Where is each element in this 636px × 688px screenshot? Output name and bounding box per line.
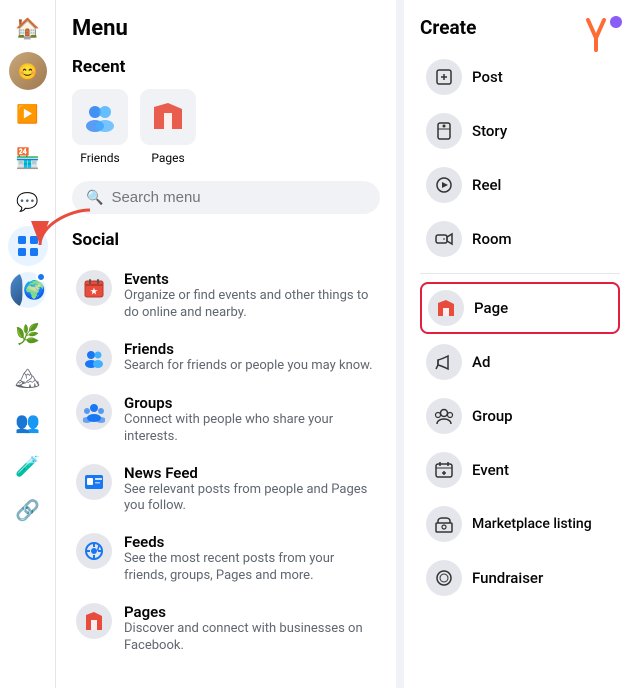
create-event[interactable]: Event: [420, 444, 620, 496]
page-label: Page: [474, 299, 508, 317]
friends-name: Friends: [124, 340, 373, 358]
feeds-icon: [76, 533, 112, 569]
newsfeed-icon: [76, 464, 112, 500]
create-fundraiser[interactable]: Fundraiser: [420, 552, 620, 604]
marketplace-icon: [426, 506, 462, 542]
sidebar-home[interactable]: 🏠: [8, 8, 48, 48]
pages-text: Pages Discover and connect with business…: [124, 603, 376, 655]
sidebar-item-img[interactable]: 🏔: [8, 358, 48, 398]
sidebar-item-flask[interactable]: 🧪: [8, 446, 48, 486]
group-icon: [426, 398, 462, 434]
feeds-desc: See the most recent posts from your frie…: [124, 551, 376, 585]
friends-desc: Search for friends or people you may kno…: [124, 358, 373, 375]
svg-text:★: ★: [90, 287, 98, 296]
events-name: Events: [124, 270, 376, 288]
create-group[interactable]: Group: [420, 390, 620, 442]
group-label: Group: [472, 407, 513, 425]
create-room[interactable]: Room: [420, 213, 620, 265]
feeds-menu-item[interactable]: Feeds See the most recent posts from you…: [72, 525, 380, 593]
reel-icon: [426, 167, 462, 203]
marketplace-label: Marketplace listing: [472, 516, 592, 532]
reel-label: Reel: [472, 176, 501, 194]
sidebar-marketplace[interactable]: 🏪: [8, 138, 48, 178]
left-sidebar: 🏠 😊 ▶️ 🏪 💬 🌍 🌿 🏔 👥 🧪 🔗: [0, 0, 56, 688]
fundraiser-label: Fundraiser: [472, 569, 543, 587]
newsfeed-name: News Feed: [124, 464, 376, 482]
social-title: Social: [72, 230, 380, 250]
search-input[interactable]: [111, 189, 366, 206]
groups-icon: [76, 394, 112, 430]
create-story[interactable]: Story: [420, 105, 620, 157]
sidebar-messenger[interactable]: 💬: [8, 182, 48, 222]
menu-title: Menu: [72, 16, 380, 41]
pages-menu-item[interactable]: Pages Discover and connect with business…: [72, 595, 380, 663]
sidebar-item-people[interactable]: 👥: [8, 402, 48, 442]
story-icon: [426, 113, 462, 149]
recent-items: Friends Pages: [72, 89, 380, 165]
create-post[interactable]: Post: [420, 51, 620, 103]
fundraiser-icon: [426, 560, 462, 596]
events-icon: ★: [76, 270, 112, 306]
create-ad[interactable]: Ad: [420, 336, 620, 388]
sidebar-item-nature[interactable]: 🌿: [8, 314, 48, 354]
pages-name: Pages: [124, 603, 376, 621]
post-icon: [426, 59, 462, 95]
events-text: Events Organize or find events and other…: [124, 270, 376, 322]
pages-icon-box: [140, 89, 196, 145]
newsfeed-desc: See relevant posts from people and Pages…: [124, 482, 376, 516]
create-reel[interactable]: Reel: [420, 159, 620, 211]
post-label: Post: [472, 68, 503, 86]
newsfeed-text: News Feed See relevant posts from people…: [124, 464, 376, 516]
friends-menu-item[interactable]: Friends Search for friends or people you…: [72, 332, 380, 384]
sidebar-avatar[interactable]: 😊: [9, 52, 47, 90]
create-marketplace[interactable]: Marketplace listing: [420, 498, 620, 550]
ad-icon: [426, 344, 462, 380]
friends-icon: [76, 340, 112, 376]
friends-label: Friends: [80, 151, 119, 165]
main-area: Menu Recent Friends: [56, 0, 636, 688]
room-label: Room: [472, 230, 512, 248]
recent-friends[interactable]: Friends: [72, 89, 128, 165]
groups-desc: Connect with people who share your inter…: [124, 412, 376, 446]
recent-title: Recent: [72, 57, 380, 77]
story-label: Story: [472, 122, 507, 140]
event-icon: [426, 452, 462, 488]
pages-desc: Discover and connect with businesses on …: [124, 621, 376, 655]
friends-icon-box: [72, 89, 128, 145]
feeds-name: Feeds: [124, 533, 376, 551]
groups-name: Groups: [124, 394, 376, 412]
search-icon: 🔍: [86, 190, 103, 206]
page-icon: [428, 290, 464, 326]
recent-pages[interactable]: Pages: [140, 89, 196, 165]
ad-label: Ad: [472, 353, 490, 371]
create-title: Create: [420, 16, 620, 39]
pages-label: Pages: [151, 151, 184, 165]
sidebar-item-link[interactable]: 🔗: [8, 490, 48, 530]
sidebar-menu[interactable]: [8, 226, 48, 266]
event-label: Event: [472, 461, 509, 479]
menu-panel: Menu Recent Friends: [56, 0, 396, 688]
groups-text: Groups Connect with people who share you…: [124, 394, 376, 446]
sidebar-watch[interactable]: ▶️: [8, 94, 48, 134]
events-menu-item[interactable]: ★ Events Organize or find events and oth…: [72, 262, 380, 330]
search-bar[interactable]: 🔍: [72, 181, 380, 214]
create-page[interactable]: Page: [420, 282, 620, 334]
room-icon: [426, 221, 462, 257]
create-divider: [420, 273, 620, 274]
friends-text: Friends Search for friends or people you…: [124, 340, 373, 375]
pages-icon: [76, 603, 112, 639]
feeds-text: Feeds See the most recent posts from you…: [124, 533, 376, 585]
events-desc: Organize or find events and other things…: [124, 288, 376, 322]
groups-menu-item[interactable]: Groups Connect with people who share you…: [72, 386, 380, 454]
newsfeed-menu-item[interactable]: News Feed See relevant posts from people…: [72, 456, 380, 524]
create-panel: Create Post: [396, 0, 636, 688]
sidebar-notifications[interactable]: 🌍: [8, 270, 48, 310]
